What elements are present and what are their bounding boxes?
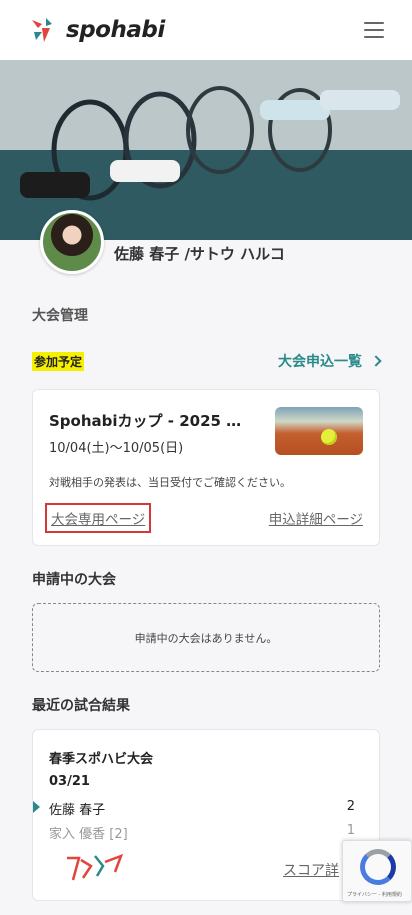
- profile-summary: 佐藤 春子 /サトウ ハルコ: [40, 210, 285, 274]
- event-title: Spohabiカップ - 2025 …: [49, 412, 242, 430]
- application-detail-link[interactable]: 申込詳細ページ: [269, 508, 363, 528]
- tennis-ball-icon: [321, 429, 337, 445]
- upcoming-badge: 参加予定: [32, 352, 85, 371]
- brand-name: spohabi: [66, 17, 165, 43]
- winner-marker-icon: [33, 801, 40, 813]
- app-header: spohabi: [0, 0, 412, 60]
- tournament-list-link[interactable]: 大会申込一覧: [278, 351, 382, 371]
- player-name: 家入 優香 [2]: [49, 827, 128, 842]
- section-title-pending: 申請中の大会: [32, 572, 116, 588]
- section-title-recent-results: 最近の試合結果: [32, 698, 130, 714]
- hamburger-menu-icon[interactable]: [364, 22, 384, 38]
- player-score: 2: [346, 799, 355, 814]
- spohabi-logo-icon: [32, 18, 52, 42]
- section-title-tournament-management: 大会管理: [32, 308, 88, 324]
- pending-empty-message: 申請中の大会はありません。: [134, 631, 278, 645]
- profile-name: 佐藤 春子 /サトウ ハルコ: [114, 245, 285, 263]
- avatar[interactable]: [40, 210, 104, 274]
- tournament-logo-icon: [67, 853, 124, 881]
- event-dates: 10/04(土)〜10/05(日): [49, 441, 184, 456]
- player-name: 佐藤 春子: [49, 803, 106, 818]
- result-tournament-name: 春季スポハビ大会: [49, 752, 154, 767]
- result-row-loser: 家入 優香 [2] 1: [49, 823, 355, 842]
- score-detail-link[interactable]: スコア詳: [283, 860, 339, 880]
- result-date: 03/21: [49, 774, 90, 789]
- event-note: 対戦相手の発表は、当日受付でご確認ください。: [49, 476, 291, 489]
- recaptcha-badge[interactable]: プライバシー - 利用規約: [342, 840, 412, 902]
- tournament-list-link-label: 大会申込一覧: [278, 354, 362, 370]
- brand-logo[interactable]: spohabi: [28, 14, 165, 46]
- event-page-link[interactable]: 大会専用ページ: [45, 503, 152, 533]
- recent-result-card[interactable]: 春季スポハビ大会 03/21 佐藤 春子 2 家入 優香 [2] 1 スコア詳: [32, 729, 380, 901]
- upcoming-event-card: Spohabiカップ - 2025 … 10/04(土)〜10/05(日) 対戦…: [32, 389, 380, 546]
- event-thumbnail: [275, 407, 363, 455]
- recaptcha-icon: [360, 849, 396, 885]
- recaptcha-text: プライバシー - 利用規約: [347, 892, 402, 898]
- pending-empty-state: 申請中の大会はありません。: [32, 603, 380, 672]
- result-row-winner: 佐藤 春子 2: [49, 799, 355, 818]
- chevron-right-icon: [370, 355, 382, 367]
